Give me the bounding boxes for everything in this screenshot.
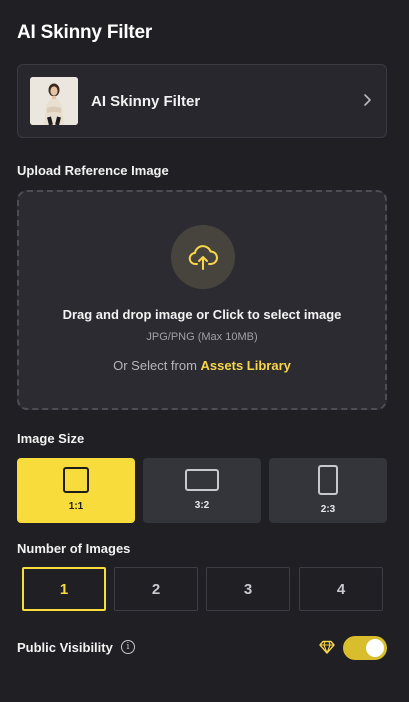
num-images-label: Number of Images <box>17 541 131 556</box>
diamond-icon <box>319 640 335 654</box>
upload-format-hint: JPG/PNG (Max 10MB) <box>146 331 258 343</box>
public-visibility-label: Public Visibility <box>17 640 113 655</box>
public-visibility-row: Public Visibility i <box>17 636 387 660</box>
size-option-label: 2:3 <box>320 504 336 515</box>
chevron-right-icon <box>364 94 371 106</box>
square-icon <box>63 467 89 493</box>
public-visibility-toggle[interactable] <box>343 636 387 660</box>
image-size-label: Image Size <box>17 431 85 446</box>
num-images-option-1[interactable]: 1 <box>22 567 106 611</box>
size-option-label: 3:2 <box>194 500 210 511</box>
portrait-icon <box>318 465 338 495</box>
size-option-2-3[interactable]: 2:3 <box>269 458 387 523</box>
model-selector[interactable]: AI Skinny Filter <box>17 64 387 138</box>
assets-library-prefix: Or Select from <box>113 358 201 373</box>
page-title: AI Skinny Filter <box>17 22 153 43</box>
upload-dropzone[interactable]: Drag and drop image or Click to select i… <box>17 190 387 410</box>
size-option-1-1[interactable]: 1:1 <box>17 458 135 523</box>
toggle-knob <box>366 639 384 657</box>
assets-library-row: Or Select from Assets Library <box>19 358 385 373</box>
num-images-option-3[interactable]: 3 <box>206 567 290 611</box>
upload-section-label: Upload Reference Image <box>17 163 169 178</box>
assets-library-link[interactable]: Assets Library <box>201 358 291 373</box>
upload-icon-circle <box>171 225 235 289</box>
num-images-option-2[interactable]: 2 <box>114 567 198 611</box>
model-thumbnail <box>30 77 78 125</box>
model-name: AI Skinny Filter <box>91 92 201 110</box>
size-option-3-2[interactable]: 3:2 <box>143 458 261 523</box>
cloud-upload-icon <box>188 245 218 270</box>
size-option-label: 1:1 <box>68 501 84 512</box>
upload-instructions: Drag and drop image or Click to select i… <box>62 307 342 322</box>
info-icon[interactable]: i <box>121 640 135 654</box>
landscape-icon <box>185 469 219 491</box>
num-images-option-4[interactable]: 4 <box>299 567 383 611</box>
